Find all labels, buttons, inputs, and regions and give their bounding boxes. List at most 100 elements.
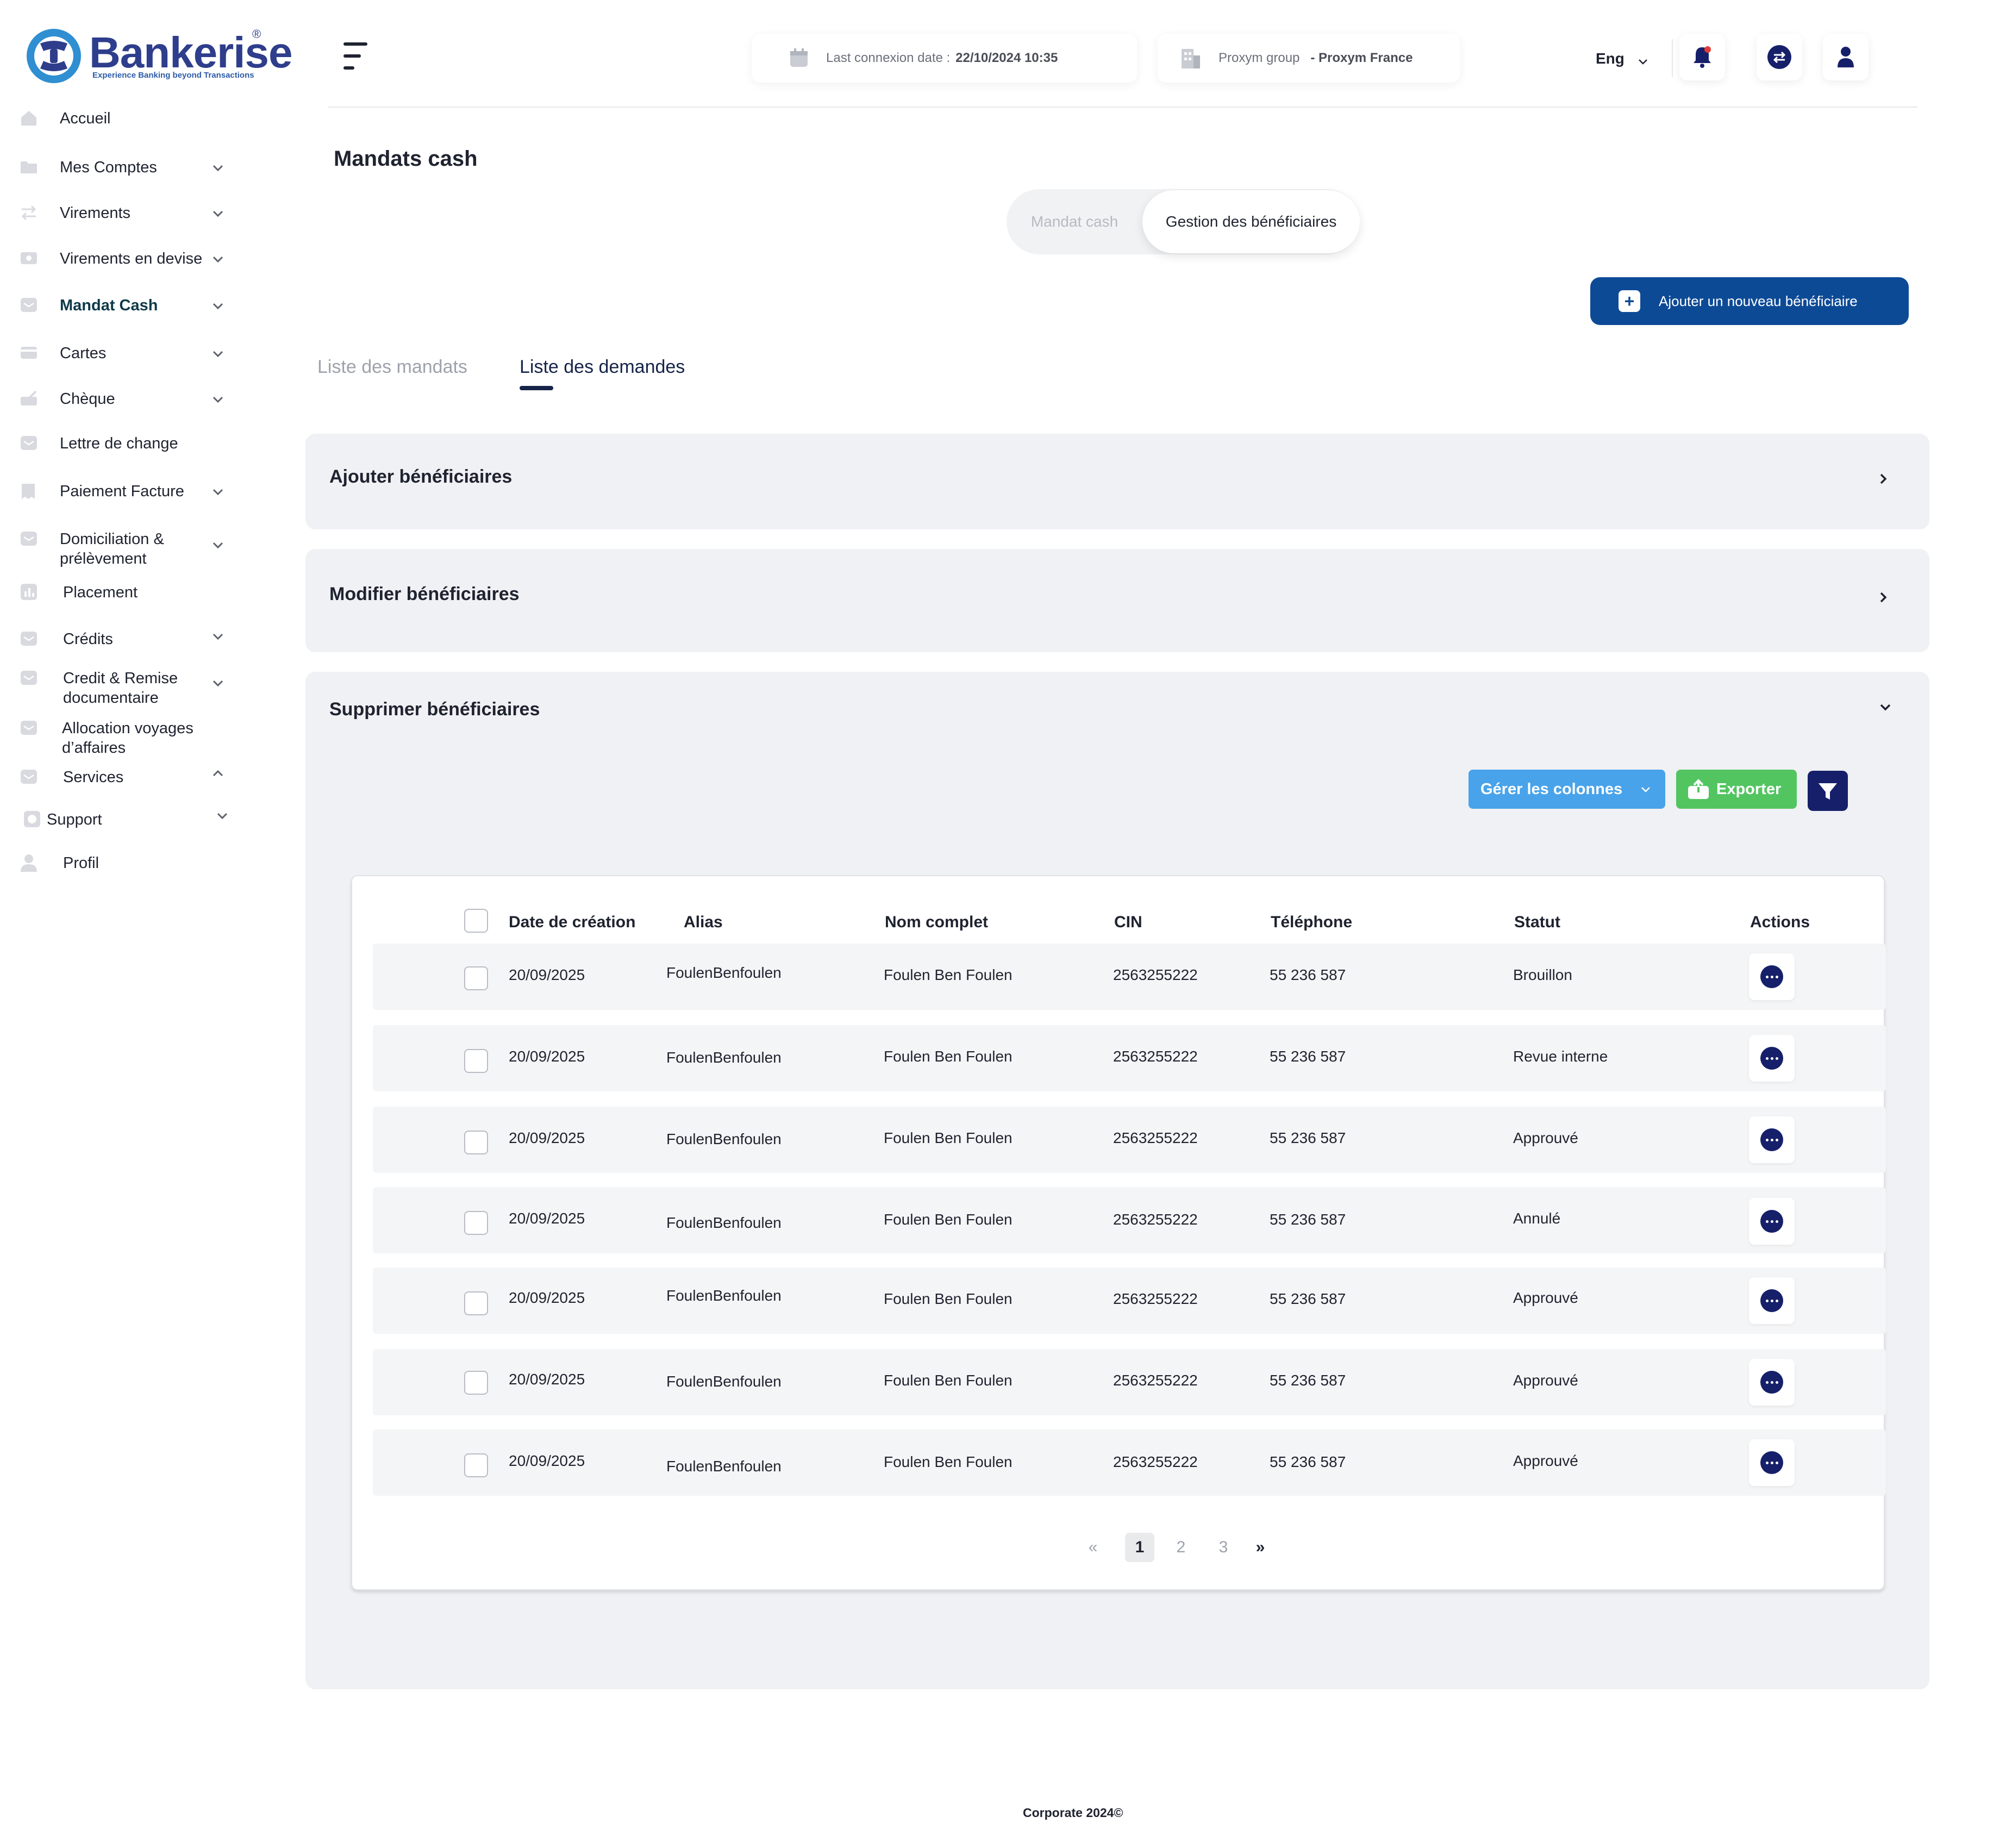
chevron-down-icon[interactable]: [210, 346, 226, 362]
cell-cin: 2563255222: [1113, 1453, 1198, 1470]
segment-mandat-cash[interactable]: Mandat cash: [1007, 189, 1142, 254]
group-value: - Proxym France: [1310, 51, 1413, 65]
row-actions-button[interactable]: [1749, 1439, 1795, 1486]
table-row[interactable]: 20/09/2025 FoulenBenfoulen Foulen Ben Fo…: [373, 1268, 1886, 1334]
switch-account-button[interactable]: [1757, 34, 1802, 80]
table-row[interactable]: 20/09/2025 FoulenBenfoulen Foulen Ben Fo…: [373, 1429, 1886, 1496]
sidebar-item-lettre-de-change[interactable]: Lettre de change: [20, 434, 237, 453]
sidebar-item-label: Placement: [63, 584, 138, 601]
row-checkbox[interactable]: [464, 1131, 488, 1154]
row-actions-button[interactable]: [1749, 1277, 1795, 1324]
table-row[interactable]: 20/09/2025 FoulenBenfoulen Foulen Ben Fo…: [373, 1187, 1886, 1253]
pagination-page-3[interactable]: 3: [1209, 1533, 1238, 1562]
sidebar-item-cheque[interactable]: Chèque: [20, 389, 237, 409]
sidebar-item-credit-remise[interactable]: Credit & Remise documentaire: [20, 669, 237, 708]
column-header-statut[interactable]: Statut: [1514, 913, 1560, 932]
sidebar-item-credits[interactable]: Crédits: [20, 629, 237, 649]
table-row[interactable]: 20/09/2025 FoulenBenfoulen Foulen Ben Fo…: [373, 1025, 1886, 1091]
chevron-down-icon[interactable]: [1877, 699, 1894, 715]
chevron-right-icon[interactable]: [1875, 471, 1891, 487]
cell-date: 20/09/2025: [509, 966, 585, 983]
sidebar-item-domiciliation[interactable]: Domiciliation & prélèvement: [20, 529, 237, 569]
sidebar-item-services[interactable]: Services: [20, 767, 237, 787]
table-row[interactable]: 20/09/2025 FoulenBenfoulen Foulen Ben Fo…: [373, 1107, 1886, 1173]
pagination-first[interactable]: «: [1078, 1533, 1108, 1562]
active-tab-indicator: [520, 386, 553, 390]
select-all-checkbox[interactable]: [464, 909, 488, 933]
chevron-down-icon[interactable]: [210, 537, 226, 553]
row-checkbox[interactable]: [464, 1049, 488, 1073]
profile-button[interactable]: [1823, 34, 1869, 80]
table-row[interactable]: 20/09/2025 FoulenBenfoulen Foulen Ben Fo…: [373, 1349, 1886, 1415]
column-header-cin[interactable]: CIN: [1114, 913, 1142, 932]
group-card[interactable]: Proxym group - Proxym France: [1158, 34, 1460, 83]
pagination-last[interactable]: »: [1246, 1533, 1275, 1562]
tab-liste-des-mandats[interactable]: Liste des mandats: [317, 357, 467, 378]
footer-copyright: Corporate 2024©: [1023, 1806, 1123, 1820]
chevron-down-icon[interactable]: [210, 628, 226, 645]
row-actions-button[interactable]: [1749, 1198, 1795, 1245]
row-checkbox[interactable]: [464, 1291, 488, 1315]
sidebar-item-virements[interactable]: Virements: [20, 203, 237, 223]
filter-button[interactable]: [1808, 771, 1848, 811]
pagination-page-2[interactable]: 2: [1166, 1533, 1196, 1562]
chevron-down-icon[interactable]: [214, 808, 230, 824]
row-actions-button[interactable]: [1749, 1035, 1795, 1082]
column-header-alias[interactable]: Alias: [684, 913, 723, 932]
chevron-down-icon[interactable]: [210, 251, 226, 267]
chevron-down-icon[interactable]: [1636, 54, 1650, 68]
language-selector[interactable]: Eng: [1596, 50, 1624, 67]
sidebar-item-profil[interactable]: Profil: [20, 853, 237, 873]
cell-phone: 55 236 587: [1270, 966, 1346, 983]
table-row[interactable]: 20/09/2025 FoulenBenfoulen Foulen Ben Fo…: [373, 944, 1886, 1010]
row-checkbox[interactable]: [464, 1211, 488, 1235]
chevron-right-icon[interactable]: [1875, 589, 1891, 605]
row-actions-button[interactable]: [1749, 1116, 1795, 1163]
accordion-title[interactable]: Supprimer bénéficiaires: [329, 699, 540, 720]
brand-logo[interactable]: Bankerise ® Experience Banking beyond Tr…: [25, 27, 292, 87]
chevron-down-icon[interactable]: [210, 298, 226, 314]
chevron-down-icon[interactable]: [210, 675, 226, 691]
column-header-telephone[interactable]: Téléphone: [1271, 913, 1352, 932]
add-beneficiary-button[interactable]: + Ajouter un nouveau bénéficiaire: [1590, 277, 1909, 325]
menu-toggle-icon[interactable]: [343, 42, 367, 71]
column-header-date[interactable]: Date de création: [509, 913, 635, 932]
cell-alias: FoulenBenfoulen: [666, 1373, 782, 1390]
sidebar-item-placement[interactable]: Placement: [20, 583, 237, 602]
chevron-down-icon[interactable]: [210, 484, 226, 500]
row-actions-button[interactable]: [1749, 1359, 1795, 1406]
segment-gestion-beneficiaires[interactable]: Gestion des bénéficiaires: [1142, 190, 1360, 253]
chevron-up-icon[interactable]: [210, 765, 226, 782]
sidebar-item-allocation[interactable]: Allocation voyages d’affaires: [20, 719, 237, 758]
accordion-edit-beneficiaries[interactable]: Modifier bénéficiaires: [305, 549, 1929, 652]
row-checkbox[interactable]: [464, 1453, 488, 1477]
sidebar-item-accueil[interactable]: Accueil: [20, 109, 237, 128]
sidebar-item-cartes[interactable]: Cartes: [20, 344, 237, 363]
more-options-icon: [1760, 1289, 1783, 1312]
chevron-down-icon[interactable]: [210, 391, 226, 408]
export-button[interactable]: Exporter: [1676, 770, 1797, 809]
cell-alias: FoulenBenfoulen: [666, 1458, 782, 1475]
sidebar-item-mes-comptes[interactable]: Mes Comptes: [20, 158, 237, 177]
sidebar-item-label: Virements en devise: [60, 250, 203, 267]
row-checkbox[interactable]: [464, 966, 488, 990]
pagination-page-1[interactable]: 1: [1125, 1533, 1154, 1562]
sidebar-item-mandat-cash[interactable]: Mandat Cash: [20, 296, 237, 315]
accordion-add-beneficiaries[interactable]: Ajouter bénéficiaires: [305, 434, 1929, 529]
sidebar-item-paiement-facture[interactable]: Paiement Facture: [20, 482, 237, 501]
cell-phone: 55 236 587: [1270, 1372, 1346, 1389]
sidebar-item-virements-devise[interactable]: Virements en devise: [20, 249, 237, 269]
tab-liste-des-demandes[interactable]: Liste des demandes: [520, 357, 685, 378]
chevron-down-icon[interactable]: [210, 205, 226, 222]
row-actions-button[interactable]: [1749, 953, 1795, 1000]
last-connexion-value: 22/10/2024 10:35: [955, 51, 1058, 65]
more-options-icon: [1760, 965, 1783, 988]
column-header-nom-complet[interactable]: Nom complet: [885, 913, 988, 932]
cell-name: Foulen Ben Foulen: [884, 966, 1013, 983]
manage-columns-button[interactable]: Gérer les colonnes: [1469, 770, 1665, 809]
sidebar-item-support[interactable]: Support: [23, 810, 240, 829]
notification-button[interactable]: [1679, 34, 1725, 80]
mail-icon: [21, 298, 37, 312]
row-checkbox[interactable]: [464, 1371, 488, 1395]
chevron-down-icon[interactable]: [210, 160, 226, 176]
